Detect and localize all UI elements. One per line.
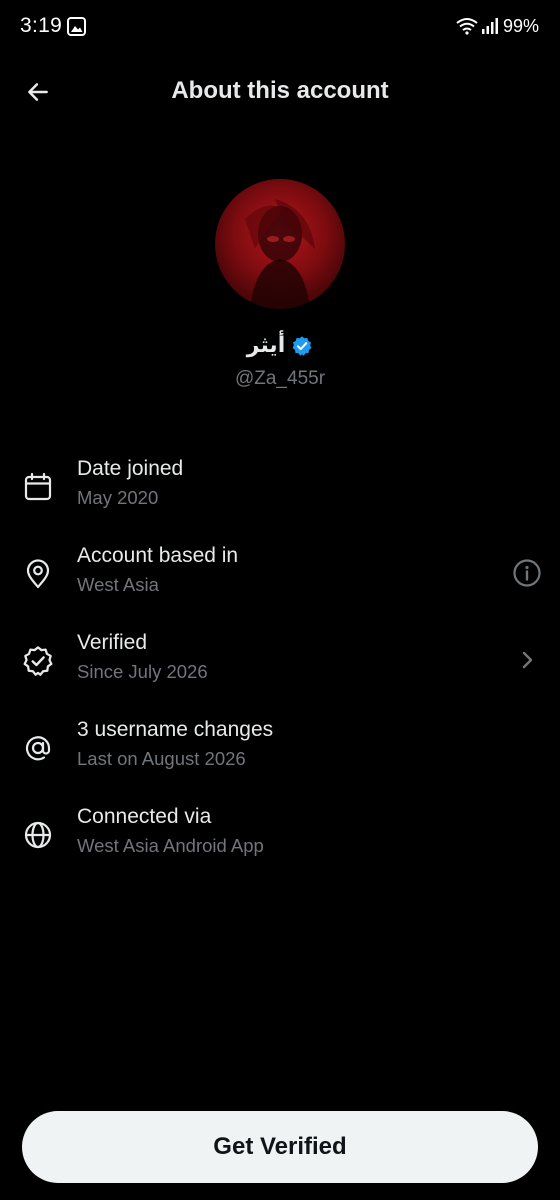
info-item-account-based-in: Account based in West Asia xyxy=(0,544,560,624)
at-sign-icon xyxy=(22,732,54,764)
page-title: About this account xyxy=(171,77,389,104)
display-name: أيثر xyxy=(246,333,286,358)
status-time: 3:19 xyxy=(20,14,63,37)
info-title: 3 username changes xyxy=(77,718,274,741)
verified-badge-icon xyxy=(291,335,313,357)
chevron-right-icon xyxy=(522,651,533,669)
signal-icon xyxy=(481,17,499,35)
wifi-icon xyxy=(455,17,479,35)
header: About this account xyxy=(0,60,560,124)
info-item-verified[interactable]: Verified Since July 2026 xyxy=(0,631,560,711)
battery-level: 99% xyxy=(503,16,540,36)
info-button[interactable] xyxy=(510,556,544,590)
info-item-connected-via: Connected via West Asia Android App xyxy=(0,805,560,885)
info-subtitle: Last on August 2026 xyxy=(77,748,246,769)
info-title: Verified xyxy=(77,631,148,654)
avatar[interactable] xyxy=(215,179,345,309)
info-item-date-joined: Date joined May 2020 xyxy=(0,457,560,537)
chevron-right-button[interactable] xyxy=(510,643,544,677)
info-title: Date joined xyxy=(77,457,184,480)
info-title: Account based in xyxy=(77,544,239,567)
location-pin-icon xyxy=(22,558,54,590)
info-subtitle: Since July 2026 xyxy=(77,661,208,682)
get-verified-button[interactable]: Get Verified xyxy=(22,1111,538,1183)
info-subtitle: West Asia xyxy=(77,574,159,595)
display-name-row: أيثر xyxy=(0,333,560,358)
info-icon xyxy=(513,559,541,587)
handle: @Za_455r xyxy=(234,368,326,389)
verified-badge-outline-icon xyxy=(22,645,54,677)
info-title: Connected via xyxy=(77,805,212,828)
status-bar: 3:19 99% xyxy=(0,0,560,52)
calendar-icon xyxy=(22,471,54,503)
globe-icon xyxy=(22,819,54,851)
info-subtitle: May 2020 xyxy=(77,487,159,508)
gallery-icon xyxy=(67,17,86,36)
info-subtitle: West Asia Android App xyxy=(77,835,264,856)
info-item-username-changes: 3 username changes Last on August 2026 xyxy=(0,718,560,798)
